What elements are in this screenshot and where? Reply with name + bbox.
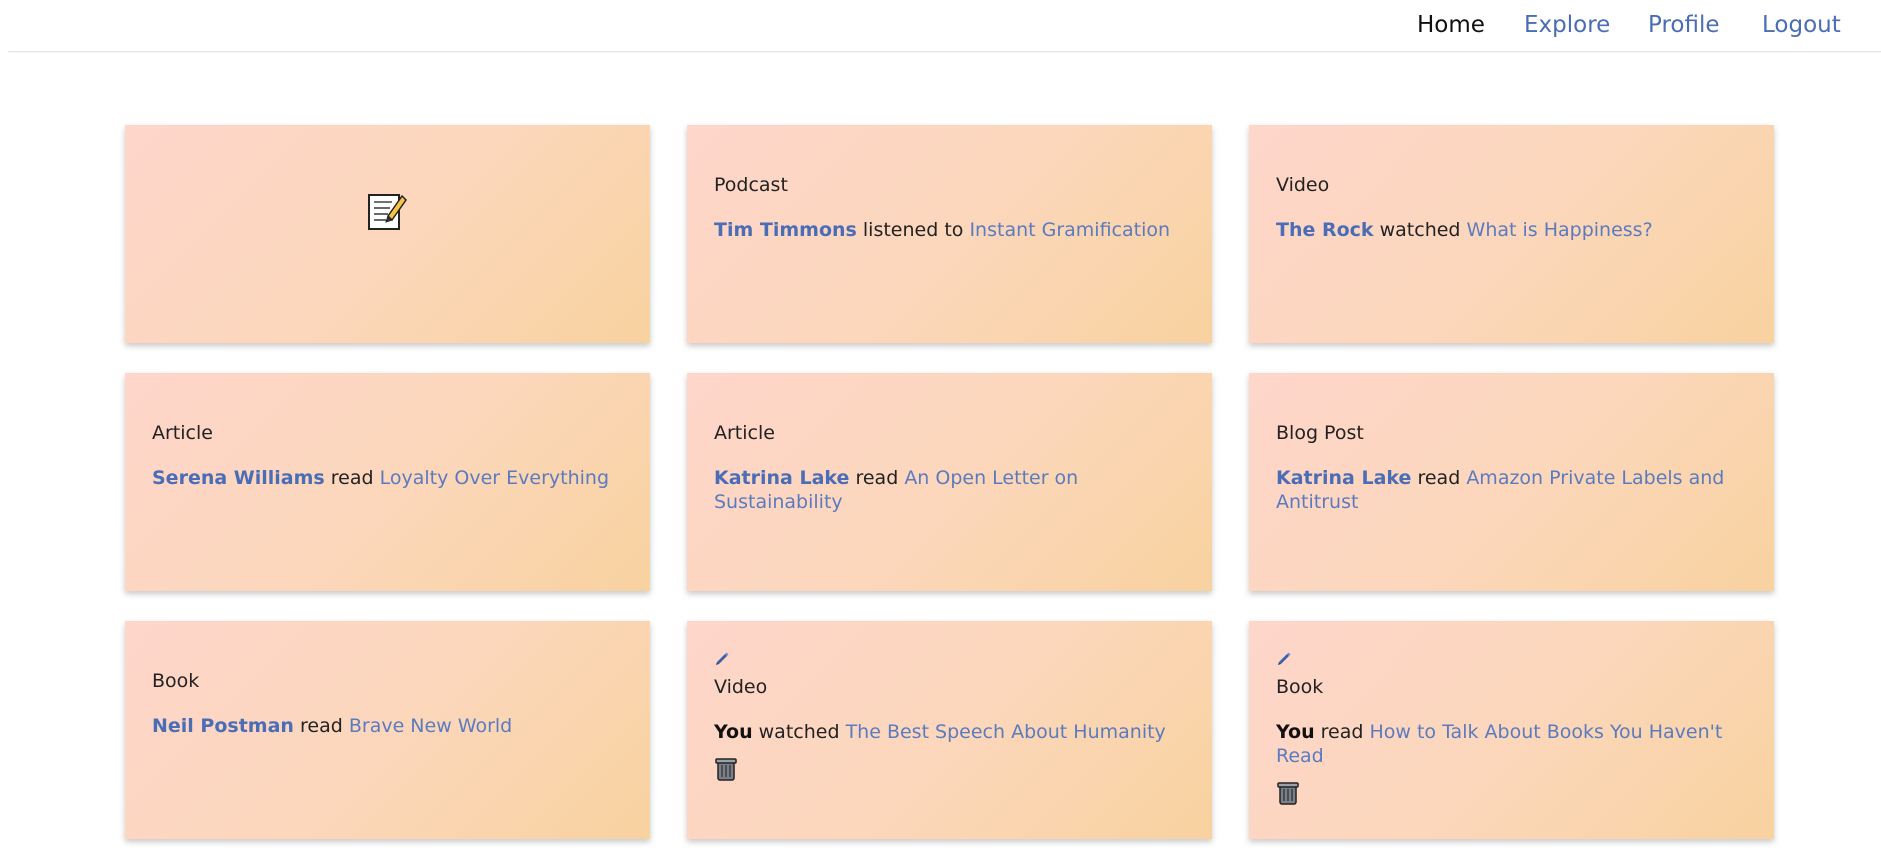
card-type: Video (714, 676, 768, 698)
card-activity: Katrina Lake read An Open Letter on Sust… (714, 466, 1185, 514)
card-activity: You read How to Talk About Books You Hav… (1276, 720, 1747, 768)
actor-link[interactable]: The Rock (1276, 219, 1374, 241)
item-title-link[interactable]: The Best Speech About Humanity (846, 721, 1166, 743)
card-activity: Serena Williams read Loyalty Over Everyt… (152, 466, 623, 490)
nav-explore-link[interactable]: Explore (1524, 12, 1610, 38)
actor-self: You (1276, 721, 1315, 743)
activity-verb: watched (758, 721, 840, 743)
card-type: Book (152, 670, 200, 692)
actor-self: You (714, 721, 753, 743)
activity-verb: listened to (862, 219, 964, 241)
card-activity: Katrina Lake read Amazon Private Labels … (1276, 466, 1747, 514)
activity-verb: read (330, 467, 374, 489)
card-type: Podcast (714, 174, 788, 196)
activity-card: Video The Rock watched What is Happiness… (1249, 125, 1774, 343)
card-type: Video (1276, 174, 1330, 196)
memo-compose-icon[interactable] (366, 190, 408, 232)
activity-card: Podcast Tim Timmons listened to Instant … (687, 125, 1212, 343)
actor-link[interactable]: Katrina Lake (1276, 467, 1411, 489)
pencil-icon[interactable] (714, 651, 730, 667)
activity-card: Blog Post Katrina Lake read Amazon Priva… (1249, 373, 1774, 591)
activity-verb: read (300, 715, 343, 737)
card-activity: Tim Timmons listened to Instant Gramific… (714, 218, 1185, 242)
card-type: Article (152, 422, 213, 444)
new-post-card[interactable] (125, 125, 650, 343)
activity-verb: read (1417, 467, 1461, 489)
nav-logout-link[interactable]: Logout (1762, 12, 1841, 38)
actor-link[interactable]: Tim Timmons (714, 219, 857, 241)
item-title-link[interactable]: What is Happiness? (1467, 219, 1653, 241)
item-title-link[interactable]: Instant Gramification (969, 219, 1170, 241)
card-activity: You watched The Best Speech About Humani… (714, 720, 1185, 744)
activity-card: Article Katrina Lake read An Open Letter… (687, 373, 1212, 591)
my-activity-card: Video You watched The Best Speech About … (687, 621, 1212, 839)
activity-verb: read (855, 467, 899, 489)
card-type: Blog Post (1276, 422, 1364, 444)
trash-icon[interactable] (1276, 780, 1300, 806)
pencil-icon[interactable] (1276, 651, 1292, 667)
actor-link[interactable]: Neil Postman (152, 715, 294, 737)
activity-feed: Podcast Tim Timmons listened to Instant … (125, 125, 1774, 839)
trash-icon[interactable] (714, 756, 738, 782)
nav-home-link[interactable]: Home (1417, 12, 1485, 38)
actor-link[interactable]: Katrina Lake (714, 467, 849, 489)
activity-verb: read (1320, 721, 1364, 743)
card-type: Book (1276, 676, 1324, 698)
item-title-link[interactable]: Loyalty Over Everything (380, 467, 609, 489)
top-navigation: Home Explore Profile Logout (8, 0, 1881, 52)
my-activity-card: Book You read How to Talk About Books Yo… (1249, 621, 1774, 839)
card-type: Article (714, 422, 775, 444)
card-activity: The Rock watched What is Happiness? (1276, 218, 1747, 242)
activity-card: Article Serena Williams read Loyalty Ove… (125, 373, 650, 591)
nav-profile-link[interactable]: Profile (1648, 12, 1720, 38)
item-title-link[interactable]: Brave New World (349, 715, 512, 737)
actor-link[interactable]: Serena Williams (152, 467, 325, 489)
activity-verb: watched (1379, 219, 1461, 241)
activity-card: Book Neil Postman read Brave New World (125, 621, 650, 839)
card-activity: Neil Postman read Brave New World (152, 714, 623, 738)
